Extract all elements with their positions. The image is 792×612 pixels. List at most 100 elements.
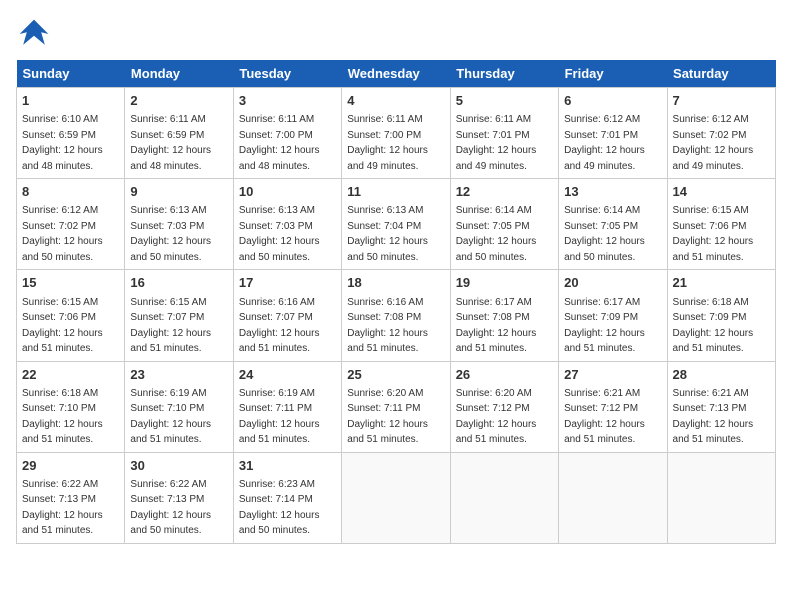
day-number: 29	[22, 457, 119, 475]
calendar-day-cell: 31 Sunrise: 6:23 AMSunset: 7:14 PMDayligh…	[233, 452, 341, 543]
day-info: Sunrise: 6:13 AMSunset: 7:03 PMDaylight:…	[239, 205, 320, 263]
calendar-week-row: 15 Sunrise: 6:15 AMSunset: 7:06 PMDayligh…	[17, 270, 776, 361]
calendar-week-row: 1 Sunrise: 6:10 AMSunset: 6:59 PMDaylight…	[17, 88, 776, 179]
day-number: 25	[347, 366, 444, 384]
calendar-day-cell: 23 Sunrise: 6:19 AMSunset: 7:10 PMDayligh…	[125, 361, 233, 452]
day-number: 27	[564, 366, 661, 384]
weekday-header: Wednesday	[342, 60, 450, 88]
day-number: 1	[22, 92, 119, 110]
day-number: 3	[239, 92, 336, 110]
weekday-header-row: SundayMondayTuesdayWednesdayThursdayFrid…	[17, 60, 776, 88]
day-info: Sunrise: 6:14 AMSunset: 7:05 PMDaylight:…	[564, 205, 645, 263]
calendar-day-cell	[342, 452, 450, 543]
calendar-day-cell: 19 Sunrise: 6:17 AMSunset: 7:08 PMDayligh…	[450, 270, 558, 361]
day-number: 17	[239, 274, 336, 292]
day-info: Sunrise: 6:19 AMSunset: 7:11 PMDaylight:…	[239, 388, 320, 446]
calendar-week-row: 22 Sunrise: 6:18 AMSunset: 7:10 PMDayligh…	[17, 361, 776, 452]
calendar-day-cell: 9 Sunrise: 6:13 AMSunset: 7:03 PMDaylight…	[125, 179, 233, 270]
day-info: Sunrise: 6:13 AMSunset: 7:03 PMDaylight:…	[130, 205, 211, 263]
calendar-day-cell: 15 Sunrise: 6:15 AMSunset: 7:06 PMDayligh…	[17, 270, 125, 361]
calendar-day-cell: 5 Sunrise: 6:11 AMSunset: 7:01 PMDaylight…	[450, 88, 558, 179]
day-number: 24	[239, 366, 336, 384]
day-info: Sunrise: 6:16 AMSunset: 7:07 PMDaylight:…	[239, 297, 320, 355]
day-info: Sunrise: 6:12 AMSunset: 7:02 PMDaylight:…	[22, 205, 103, 263]
day-info: Sunrise: 6:14 AMSunset: 7:05 PMDaylight:…	[456, 205, 537, 263]
day-info: Sunrise: 6:12 AMSunset: 7:01 PMDaylight:…	[564, 114, 645, 172]
day-info: Sunrise: 6:11 AMSunset: 6:59 PMDaylight:…	[130, 114, 211, 172]
calendar-week-row: 8 Sunrise: 6:12 AMSunset: 7:02 PMDaylight…	[17, 179, 776, 270]
day-info: Sunrise: 6:12 AMSunset: 7:02 PMDaylight:…	[673, 114, 754, 172]
weekday-header: Monday	[125, 60, 233, 88]
day-number: 12	[456, 183, 553, 201]
calendar-day-cell: 14Sunrise: 6:15 AMSunset: 7:06 PMDayligh…	[667, 179, 775, 270]
weekday-header: Saturday	[667, 60, 775, 88]
calendar-day-cell: 28 Sunrise: 6:21 AMSunset: 7:13 PMDayligh…	[667, 361, 775, 452]
calendar-day-cell: 8 Sunrise: 6:12 AMSunset: 7:02 PMDaylight…	[17, 179, 125, 270]
day-number: 26	[456, 366, 553, 384]
calendar-day-cell	[450, 452, 558, 543]
day-number: 20	[564, 274, 661, 292]
calendar-day-cell: 7 Sunrise: 6:12 AMSunset: 7:02 PMDaylight…	[667, 88, 775, 179]
day-info: Sunrise: 6:15 AMSunset: 7:07 PMDaylight:…	[130, 297, 211, 355]
day-number: 19	[456, 274, 553, 292]
page-header	[16, 16, 776, 52]
day-number: 4	[347, 92, 444, 110]
day-number: 9	[130, 183, 227, 201]
logo	[16, 16, 56, 52]
day-number: 23	[130, 366, 227, 384]
day-info: Sunrise: 6:18 AMSunset: 7:09 PMDaylight:…	[673, 297, 754, 355]
calendar-day-cell: 21Sunrise: 6:18 AMSunset: 7:09 PMDayligh…	[667, 270, 775, 361]
day-number: 16	[130, 274, 227, 292]
day-info: Sunrise: 6:22 AMSunset: 7:13 PMDaylight:…	[22, 479, 103, 537]
day-info: Sunrise: 6:11 AMSunset: 7:00 PMDaylight:…	[347, 114, 428, 172]
day-number: 8	[22, 183, 119, 201]
calendar-day-cell: 12 Sunrise: 6:14 AMSunset: 7:05 PMDayligh…	[450, 179, 558, 270]
day-number: 5	[456, 92, 553, 110]
day-number: 15	[22, 274, 119, 292]
day-info: Sunrise: 6:19 AMSunset: 7:10 PMDaylight:…	[130, 388, 211, 446]
day-info: Sunrise: 6:23 AMSunset: 7:14 PMDaylight:…	[239, 479, 320, 537]
day-number: 22	[22, 366, 119, 384]
calendar-day-cell	[559, 452, 667, 543]
calendar-day-cell: 29 Sunrise: 6:22 AMSunset: 7:13 PMDayligh…	[17, 452, 125, 543]
weekday-header: Tuesday	[233, 60, 341, 88]
day-number: 30	[130, 457, 227, 475]
day-info: Sunrise: 6:11 AMSunset: 7:01 PMDaylight:…	[456, 114, 537, 172]
calendar-day-cell: 2Sunrise: 6:11 AMSunset: 6:59 PMDaylight…	[125, 88, 233, 179]
day-info: Sunrise: 6:10 AMSunset: 6:59 PMDaylight:…	[22, 114, 103, 172]
calendar-day-cell: 11 Sunrise: 6:13 AMSunset: 7:04 PMDayligh…	[342, 179, 450, 270]
day-number: 31	[239, 457, 336, 475]
weekday-header: Friday	[559, 60, 667, 88]
calendar-day-cell: 24 Sunrise: 6:19 AMSunset: 7:11 PMDayligh…	[233, 361, 341, 452]
calendar-day-cell: 27 Sunrise: 6:21 AMSunset: 7:12 PMDayligh…	[559, 361, 667, 452]
day-info: Sunrise: 6:15 AMSunset: 7:06 PMDaylight:…	[22, 297, 103, 355]
day-number: 28	[673, 366, 770, 384]
calendar-day-cell: 17 Sunrise: 6:16 AMSunset: 7:07 PMDayligh…	[233, 270, 341, 361]
day-info: Sunrise: 6:17 AMSunset: 7:08 PMDaylight:…	[456, 297, 537, 355]
day-info: Sunrise: 6:22 AMSunset: 7:13 PMDaylight:…	[130, 479, 211, 537]
day-number: 6	[564, 92, 661, 110]
day-number: 18	[347, 274, 444, 292]
logo-icon	[16, 16, 52, 52]
weekday-header: Sunday	[17, 60, 125, 88]
day-info: Sunrise: 6:15 AMSunset: 7:06 PMDaylight:…	[673, 205, 754, 263]
calendar-day-cell: 16 Sunrise: 6:15 AMSunset: 7:07 PMDayligh…	[125, 270, 233, 361]
calendar-day-cell: 10 Sunrise: 6:13 AMSunset: 7:03 PMDayligh…	[233, 179, 341, 270]
calendar-day-cell: 18Sunrise: 6:16 AMSunset: 7:08 PMDayligh…	[342, 270, 450, 361]
day-info: Sunrise: 6:21 AMSunset: 7:12 PMDaylight:…	[564, 388, 645, 446]
day-info: Sunrise: 6:18 AMSunset: 7:10 PMDaylight:…	[22, 388, 103, 446]
calendar-day-cell: 1 Sunrise: 6:10 AMSunset: 6:59 PMDaylight…	[17, 88, 125, 179]
calendar-day-cell: 20 Sunrise: 6:17 AMSunset: 7:09 PMDayligh…	[559, 270, 667, 361]
day-number: 10	[239, 183, 336, 201]
calendar-week-row: 29 Sunrise: 6:22 AMSunset: 7:13 PMDayligh…	[17, 452, 776, 543]
calendar-day-cell: 13 Sunrise: 6:14 AMSunset: 7:05 PMDayligh…	[559, 179, 667, 270]
day-number: 13	[564, 183, 661, 201]
weekday-header: Thursday	[450, 60, 558, 88]
day-number: 7	[673, 92, 770, 110]
day-number: 11	[347, 183, 444, 201]
day-info: Sunrise: 6:13 AMSunset: 7:04 PMDaylight:…	[347, 205, 428, 263]
day-info: Sunrise: 6:20 AMSunset: 7:12 PMDaylight:…	[456, 388, 537, 446]
day-info: Sunrise: 6:17 AMSunset: 7:09 PMDaylight:…	[564, 297, 645, 355]
day-info: Sunrise: 6:21 AMSunset: 7:13 PMDaylight:…	[673, 388, 754, 446]
calendar-day-cell	[667, 452, 775, 543]
